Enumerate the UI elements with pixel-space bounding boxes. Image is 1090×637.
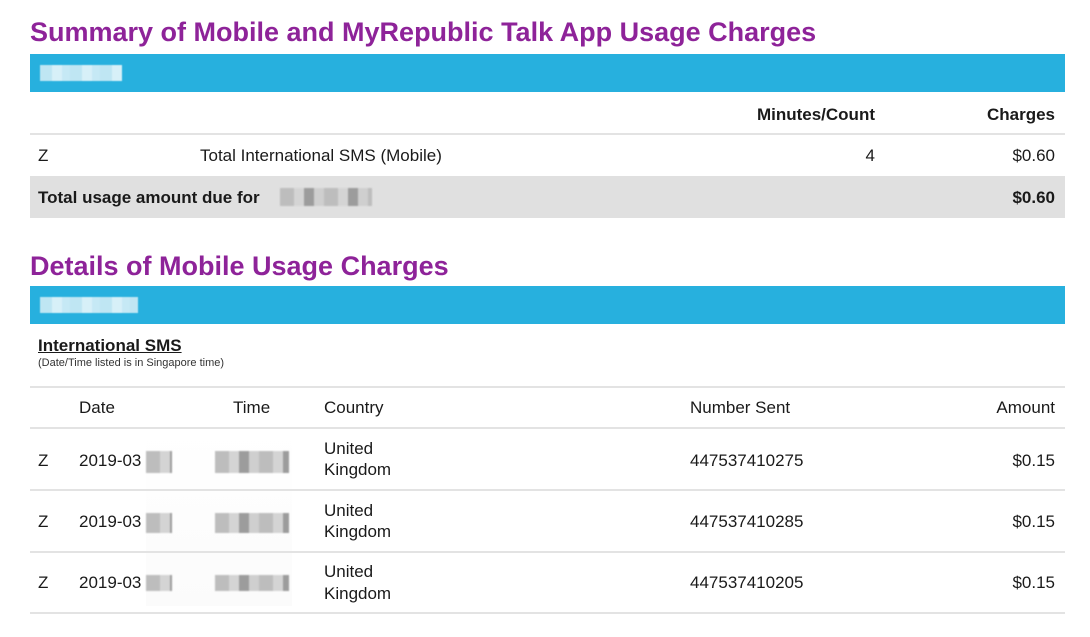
- col-header-country: Country: [324, 398, 384, 417]
- row-amount: $0.15: [1012, 512, 1055, 531]
- row-date: 2019-03: [79, 573, 142, 592]
- row-code: Z: [38, 451, 49, 470]
- row-date: 2019-03: [79, 512, 142, 531]
- redacted-account-id: [40, 65, 122, 81]
- divider: [30, 427, 1065, 429]
- redacted-time: [215, 451, 289, 473]
- row-amount: $0.15: [1012, 451, 1055, 470]
- details-title: Details of Mobile Usage Charges: [30, 251, 449, 281]
- summary-row-count: 4: [865, 146, 875, 165]
- details-account-bar: [30, 286, 1065, 324]
- row-amount: $0.15: [1012, 573, 1055, 592]
- redacted-account-id: [40, 297, 138, 313]
- row-number: 447537410275: [690, 451, 804, 470]
- summary-account-bar: [30, 54, 1065, 92]
- col-header-time: Time: [233, 398, 271, 417]
- row-country-line1: United: [324, 501, 374, 520]
- summary-title: Summary of Mobile and MyRepublic Talk Ap…: [30, 17, 817, 47]
- row-code: Z: [38, 573, 49, 592]
- summary-header-minutes: Minutes/Count: [756, 105, 875, 124]
- summary-row-description: Total International SMS (Mobile): [200, 146, 442, 165]
- divider: [30, 133, 1065, 135]
- row-country-line2: Kingdom: [324, 460, 392, 479]
- summary-row-code: Z: [38, 146, 49, 165]
- redacted-time: [215, 513, 289, 533]
- redacted-date: [146, 513, 172, 533]
- summary-header-charges: Charges: [986, 105, 1055, 124]
- divider: [30, 551, 1065, 553]
- col-header-date: Date: [79, 398, 115, 417]
- redacted-time: [215, 575, 289, 591]
- total-value: $0.60: [1012, 188, 1055, 207]
- row-date: 2019-03: [79, 451, 142, 470]
- row-code: Z: [38, 512, 49, 531]
- divider: [30, 612, 1065, 614]
- row-country-line2: Kingdom: [324, 522, 392, 541]
- timezone-note: (Date/Time listed is in Singapore time): [38, 357, 225, 369]
- row-number: 447537410285: [690, 512, 804, 531]
- summary-row-charge: $0.60: [1012, 146, 1055, 165]
- row-country-line1: United: [324, 562, 374, 581]
- col-header-number: Number Sent: [690, 398, 791, 417]
- section-heading: International SMS: [38, 336, 182, 355]
- row-number: 447537410205: [690, 573, 804, 592]
- row-country-line2: Kingdom: [324, 584, 392, 603]
- redacted-billing-period: [280, 188, 372, 206]
- redacted-date: [146, 451, 172, 473]
- total-label: Total usage amount due for: [38, 188, 260, 207]
- divider: [30, 489, 1065, 491]
- col-header-amount: Amount: [996, 398, 1055, 417]
- divider: [30, 386, 1065, 388]
- row-country-line1: United: [324, 439, 374, 458]
- summary-total-row: Total usage amount due for $0.60: [30, 176, 1065, 218]
- redacted-date: [146, 575, 172, 591]
